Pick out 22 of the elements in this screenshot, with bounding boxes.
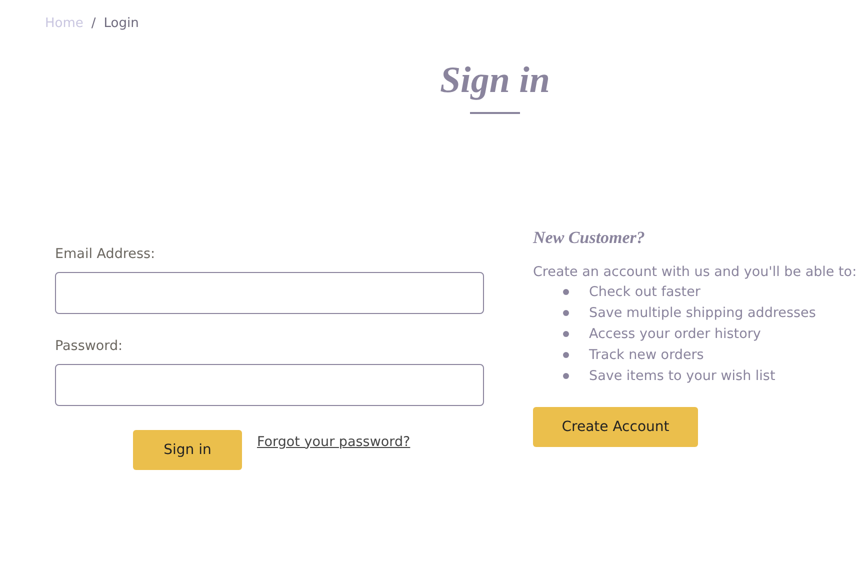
breadcrumb-separator: / (91, 16, 96, 31)
intro-text: Create an account with us and you'll be able to: (533, 264, 857, 280)
current-page-label: Login (104, 16, 139, 31)
input-field[interactable] (55, 364, 484, 406)
benefit-item: Save items to your wish list (589, 366, 776, 386)
sign-in-button[interactable]: Sign in (133, 430, 242, 470)
field-label: Email Address: (55, 246, 156, 262)
section-heading: New Customer? (533, 228, 646, 248)
benefit-item: Track new orders (589, 346, 704, 365)
benefit-item: Access your order history (589, 324, 761, 344)
create-account-button[interactable]: Create Account (533, 406, 698, 447)
page-title: Sign in (438, 61, 552, 102)
forgot-password-link[interactable]: Forgot your password? (257, 434, 410, 450)
bullet-icon (563, 352, 569, 358)
bullet-icon (563, 289, 569, 296)
input-field[interactable] (55, 272, 484, 314)
field-label: Password: (55, 338, 124, 354)
bullet-icon (563, 373, 569, 380)
bullet-icon (563, 331, 569, 338)
benefit-item: Check out faster (589, 282, 700, 302)
bullet-icon (563, 310, 569, 316)
benefit-item: Save multiple shipping addresses (589, 304, 816, 323)
